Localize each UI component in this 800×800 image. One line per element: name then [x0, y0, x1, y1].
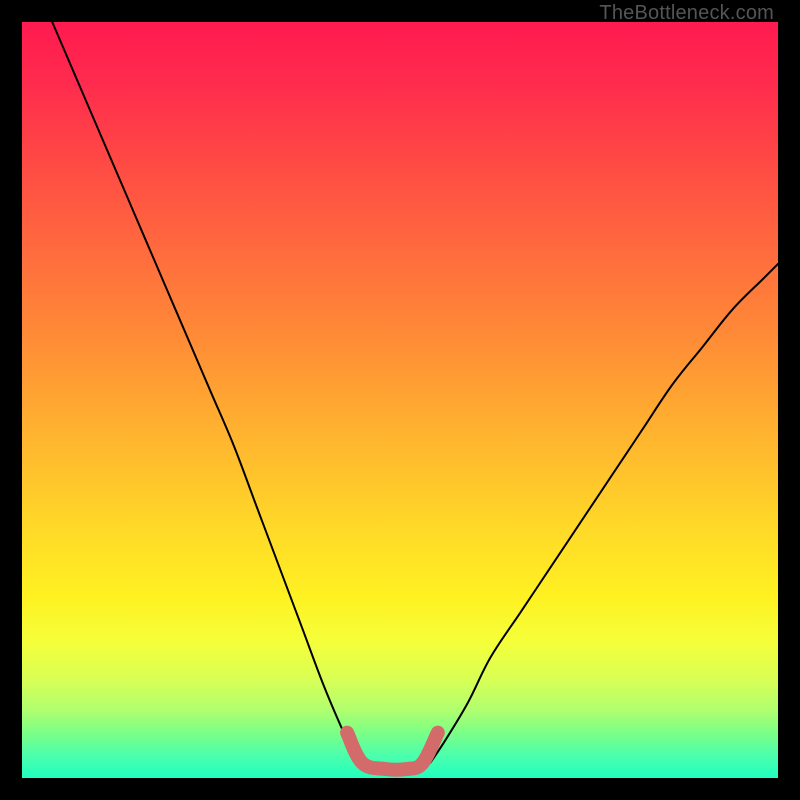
curve-overlay: [22, 22, 778, 778]
bottom-marker: [347, 733, 438, 770]
right-curve: [430, 264, 778, 763]
chart-frame: TheBottleneck.com: [0, 0, 800, 800]
left-curve: [52, 22, 358, 763]
plot-area: [22, 22, 778, 778]
